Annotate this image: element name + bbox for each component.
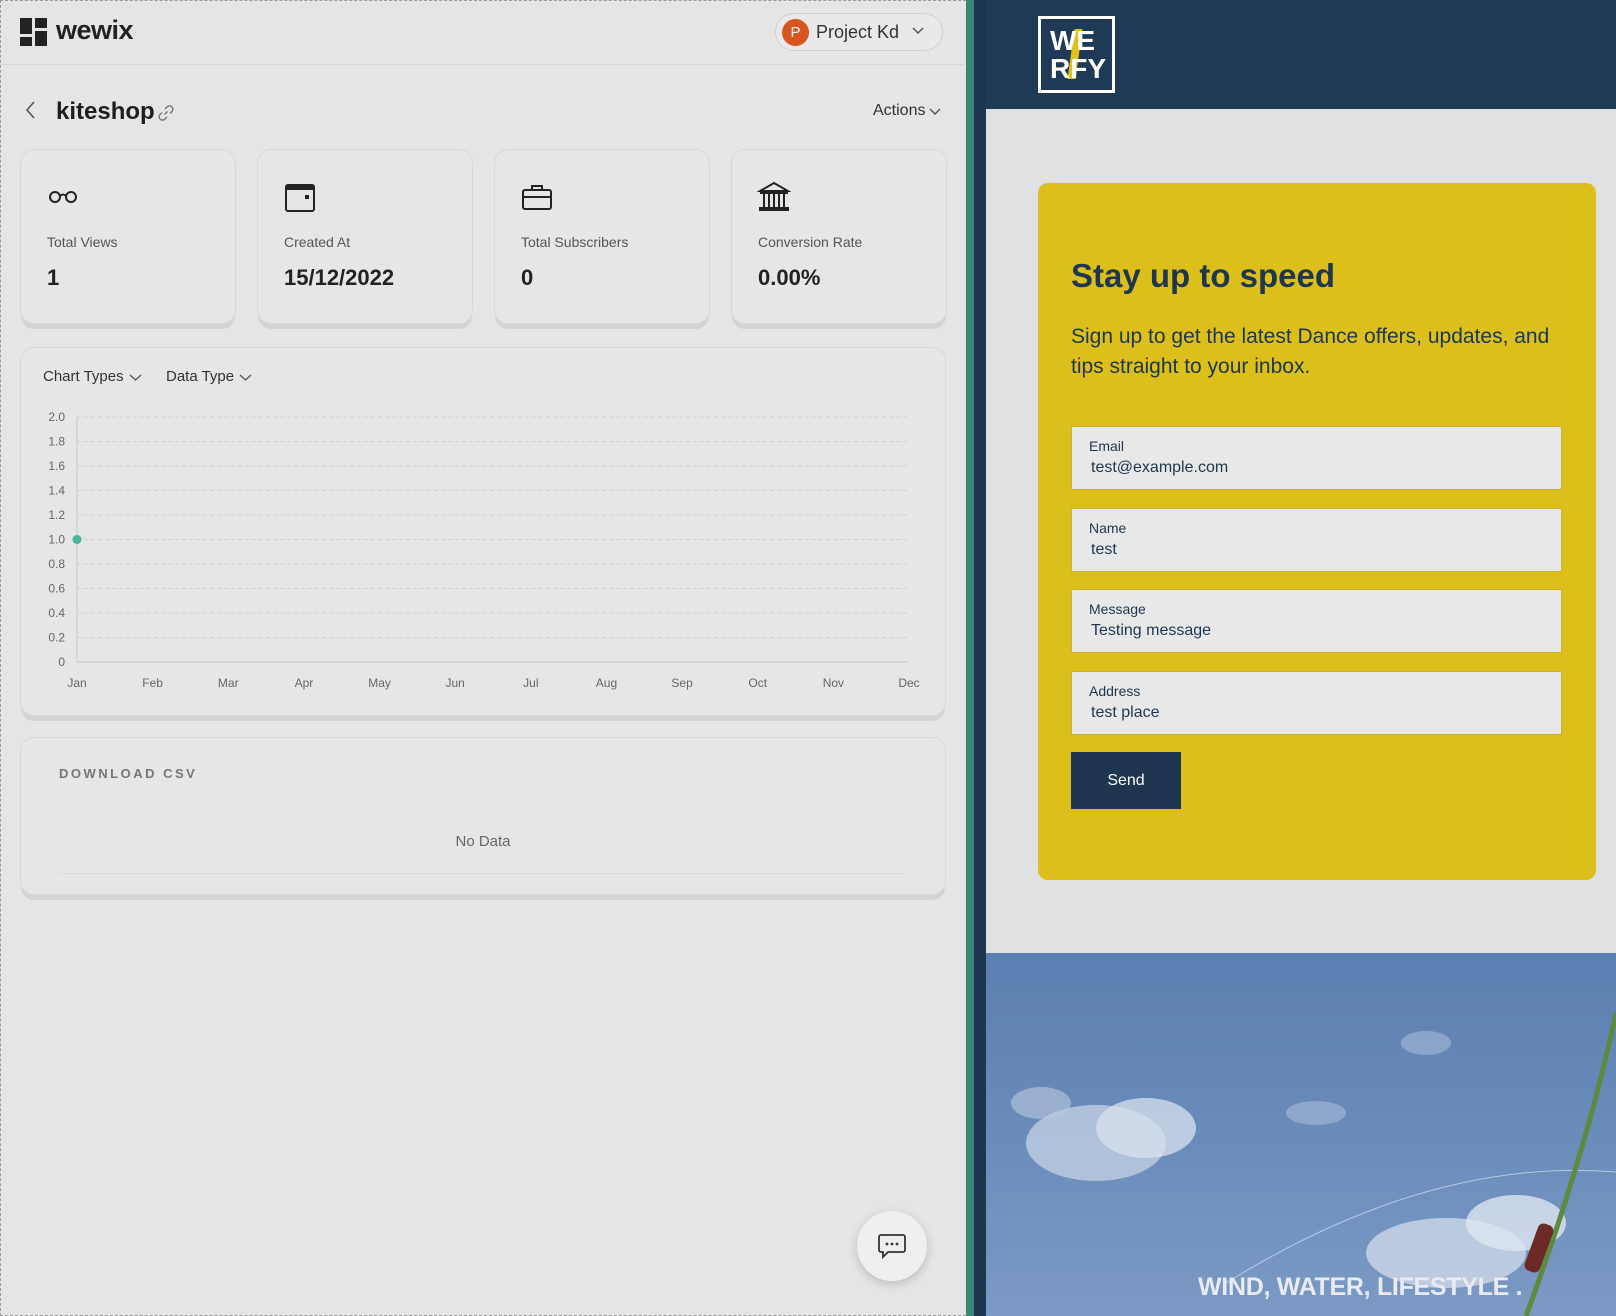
- calendar-icon: [285, 184, 315, 212]
- stat-value: 15/12/2022: [284, 265, 395, 290]
- divider: [59, 873, 907, 874]
- x-tick-label: Feb: [142, 676, 163, 690]
- panel-divider: [966, 0, 974, 1316]
- stat-card-total-subscribers: Total Subscribers 0: [494, 149, 710, 324]
- empty-state-text: No Data: [455, 833, 511, 850]
- csv-card: DOWNLOAD CSV No Data: [20, 737, 946, 895]
- link-icon[interactable]: [157, 104, 175, 122]
- actions-menu[interactable]: Actions: [873, 102, 925, 120]
- x-tick-label: Sep: [671, 676, 693, 690]
- hero-caption: WIND, WATER, LIFESTYLE .: [1198, 1273, 1523, 1301]
- hero-image: WIND, WATER, LIFESTYLE .: [986, 953, 1616, 1316]
- project-avatar: P: [782, 19, 809, 46]
- werfy-logo: WE RFY: [1038, 16, 1115, 93]
- logo-line2: RFY: [1050, 53, 1106, 84]
- x-tick-label: Dec: [898, 676, 919, 690]
- y-tick-label: 2.0: [48, 410, 65, 424]
- chevron-down-icon: [912, 27, 924, 35]
- stat-value: 1: [47, 265, 60, 290]
- stat-label: Conversion Rate: [758, 234, 863, 250]
- y-tick-label: 0.4: [48, 606, 65, 620]
- bank-icon: [757, 181, 791, 211]
- x-tick-label: Jan: [67, 676, 86, 690]
- chevron-down-icon: [929, 108, 941, 115]
- y-tick-label: 1.8: [48, 435, 65, 449]
- email-field[interactable]: Email test@example.com: [1071, 426, 1562, 490]
- chart-card: Chart Types Data Type 0 0.2 0.4 0.6 0.8 1.0 1.…: [20, 347, 946, 716]
- chat-button[interactable]: [857, 1211, 927, 1281]
- field-label: Message: [1089, 601, 1146, 617]
- y-tick-label: 0.8: [48, 557, 65, 571]
- data-point: [72, 535, 82, 544]
- stat-label: Created At: [284, 234, 351, 250]
- stat-value: 0.00%: [758, 265, 821, 290]
- name-field[interactable]: Name test: [1071, 508, 1562, 572]
- preview-frame-edge: [974, 0, 986, 1316]
- stat-card-created-at: Created At 15/12/2022: [257, 149, 473, 324]
- message-field[interactable]: Message Testing message: [1071, 589, 1562, 653]
- field-value: test: [1091, 541, 1117, 558]
- project-name: Project Kd: [816, 22, 900, 42]
- field-label: Address: [1089, 683, 1141, 699]
- x-tick-label: May: [368, 676, 391, 690]
- briefcase-icon: [522, 185, 552, 210]
- stat-label: Total Subscribers: [521, 234, 629, 250]
- stat-card-total-views: Total Views 1: [20, 149, 236, 324]
- stat-value: 0: [521, 265, 534, 290]
- signup-form: Stay up to speed Sign up to get the late…: [1038, 183, 1596, 880]
- y-tick-label: 1.6: [48, 459, 65, 473]
- page-title: kiteshop: [56, 98, 155, 125]
- brand-name: wewix: [56, 15, 134, 45]
- wewix-logo-icon: [20, 18, 47, 46]
- y-tick-label: 1.4: [48, 484, 65, 498]
- site-preview: WE RFY Stay up to speed Sign up to get t…: [986, 0, 1616, 1316]
- x-tick-label: Jul: [523, 676, 538, 690]
- field-label: Email: [1089, 438, 1125, 454]
- x-tick-label: Aug: [596, 676, 617, 690]
- project-selector[interactable]: P Project Kd: [775, 13, 943, 51]
- form-title: Stay up to speed: [1071, 257, 1336, 294]
- analytics-panel: wewix P Project Kd kiteshop Actions Tota…: [0, 0, 966, 1316]
- top-bar: wewix P Project Kd: [1, 1, 965, 65]
- x-tick-label: Oct: [748, 676, 767, 690]
- x-tick-label: Jun: [446, 676, 465, 690]
- field-value: Testing message: [1091, 622, 1212, 639]
- preview-header: WE RFY: [986, 0, 1616, 109]
- logo-line1: WE: [1050, 25, 1096, 56]
- send-button[interactable]: Send: [1071, 752, 1181, 809]
- back-arrow-icon[interactable]: [23, 100, 39, 120]
- y-tick-label: 0.2: [48, 631, 65, 645]
- x-tick-label: Apr: [295, 676, 314, 690]
- sky-clouds-image: [1011, 1012, 1616, 1316]
- x-tick-label: Mar: [218, 676, 239, 690]
- y-tick-label: 1.0: [48, 533, 65, 547]
- y-tick-label: 1.2: [48, 508, 65, 522]
- y-tick-label: 0.6: [48, 582, 65, 596]
- form-subtitle: Sign up to get the latest Dance offers, …: [1071, 325, 1550, 378]
- chat-icon: [878, 1234, 906, 1259]
- glasses-icon: [49, 191, 77, 203]
- y-tick-label: 0: [58, 655, 65, 669]
- field-value: test place: [1091, 704, 1160, 721]
- stat-card-conversion-rate: Conversion Rate 0.00%: [731, 149, 947, 324]
- field-label: Name: [1089, 520, 1127, 536]
- download-csv-button[interactable]: DOWNLOAD CSV: [59, 766, 197, 781]
- x-tick-label: Nov: [823, 676, 844, 690]
- field-value: test@example.com: [1091, 459, 1229, 476]
- address-field[interactable]: Address test place: [1071, 671, 1562, 735]
- line-chart: 0 0.2 0.4 0.6 0.8 1.0 1.2 1.4 1.6 1.8 2.0 Jan Feb Mar…: [48, 410, 919, 690]
- stat-label: Total Views: [47, 234, 118, 250]
